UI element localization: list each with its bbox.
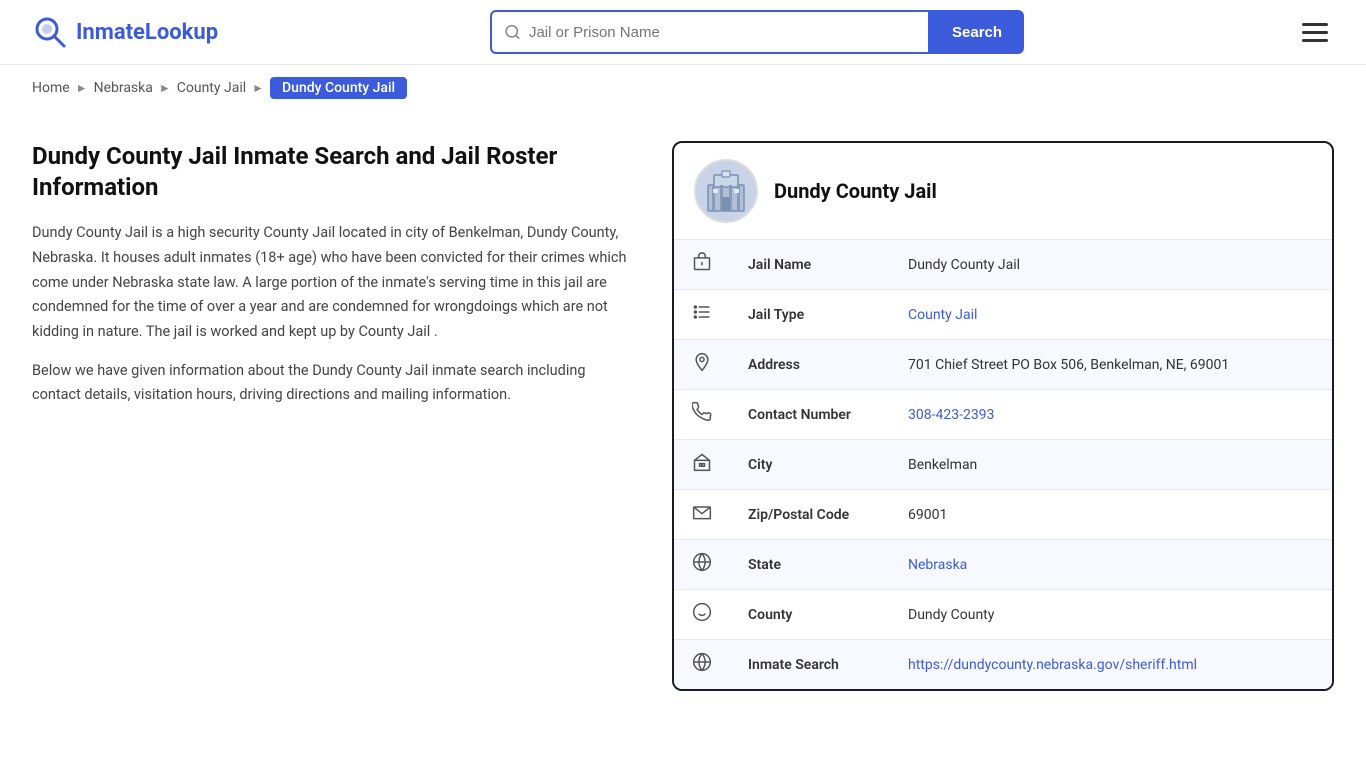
menu-button[interactable] [1296,17,1334,48]
description-2: Below we have given information about th… [32,359,632,408]
breadcrumb-home[interactable]: Home [32,80,70,96]
info-table: Jail Name Dundy County Jail Jail Type [674,240,1332,689]
inmate-search-icon-cell [674,640,730,690]
county-value: Dundy County [890,590,1332,640]
table-row: Inmate Search https://dundycounty.nebras… [674,640,1332,690]
phone-link[interactable]: 308-423-2393 [908,407,994,423]
zip-value: 69001 [890,490,1332,540]
jail-avatar [694,159,758,223]
table-row: State Nebraska [674,540,1332,590]
hamburger-line3 [1302,39,1328,42]
search-input[interactable] [529,24,916,41]
breadcrumb-current: Dundy County Jail [270,77,407,99]
logo-icon [32,14,68,50]
search-icon [504,23,521,41]
search-box [490,10,930,54]
table-row: Jail Type County Jail [674,290,1332,340]
info-card: Dundy County Jail Jail Name Dund [672,141,1334,691]
city-label: City [730,440,890,490]
inmate-search-link[interactable]: https://dundycounty.nebraska.gov/sheriff… [908,657,1197,673]
table-row: Address 701 Chief Street PO Box 506, Ben… [674,340,1332,390]
search-globe-icon [692,652,712,672]
jail-type-value: County Jail [890,290,1332,340]
mail-icon [692,502,712,522]
contact-label: Contact Number [730,390,890,440]
county-label: County [730,590,890,640]
header: InmateLookup Search [0,0,1366,65]
card-header: Dundy County Jail [674,143,1332,240]
phone-icon [692,402,712,422]
table-row: County Dundy County [674,590,1332,640]
county-icon-cell [674,590,730,640]
phone-icon-cell [674,390,730,440]
description-1: Dundy County Jail is a high security Cou… [32,221,632,344]
logo-text: InmateLookup [76,20,218,45]
table-row: Contact Number 308-423-2393 [674,390,1332,440]
right-column: Dundy County Jail Jail Name Dund [672,141,1334,691]
jail-type-icon-cell [674,290,730,340]
address-label: Address [730,340,890,390]
globe-icon [692,552,712,572]
location-icon [692,352,712,372]
chevron-icon-1: ► [76,81,88,95]
address-value: 701 Chief Street PO Box 506, Benkelman, … [890,340,1332,390]
jail-icon [692,252,712,272]
contact-value: 308-423-2393 [890,390,1332,440]
card-title: Dundy County Jail [774,179,937,203]
main-content: Dundy County Jail Inmate Search and Jail… [0,111,1366,721]
table-row: City Benkelman [674,440,1332,490]
jail-name-value: Dundy County Jail [890,240,1332,290]
city-icon-cell [674,440,730,490]
jail-name-label: Jail Name [730,240,890,290]
hamburger-line2 [1302,31,1328,34]
chevron-icon-3: ► [252,81,264,95]
city-value: Benkelman [890,440,1332,490]
breadcrumb: Home ► Nebraska ► County Jail ► Dundy Co… [0,65,1366,111]
inmate-search-label: Inmate Search [730,640,890,690]
table-row: Jail Name Dundy County Jail [674,240,1332,290]
inmate-search-value: https://dundycounty.nebraska.gov/sheriff… [890,640,1332,690]
left-column: Dundy County Jail Inmate Search and Jail… [32,141,672,422]
state-label: State [730,540,890,590]
jail-type-link[interactable]: County Jail [908,307,977,323]
table-row: Zip/Postal Code 69001 [674,490,1332,540]
building-icon [702,167,750,215]
address-icon-cell [674,340,730,390]
jail-name-icon-cell [674,240,730,290]
state-link[interactable]: Nebraska [908,557,967,573]
jail-type-label: Jail Type [730,290,890,340]
breadcrumb-nebraska[interactable]: Nebraska [94,80,153,96]
search-button[interactable]: Search [930,10,1024,54]
hamburger-line1 [1302,23,1328,26]
zip-label: Zip/Postal Code [730,490,890,540]
list-icon [692,302,712,322]
page-title: Dundy County Jail Inmate Search and Jail… [32,141,632,203]
chevron-icon-2: ► [159,81,171,95]
breadcrumb-county-jail[interactable]: County Jail [177,80,246,96]
logo[interactable]: InmateLookup [32,14,218,50]
county-icon [692,602,712,622]
state-value: Nebraska [890,540,1332,590]
state-icon-cell [674,540,730,590]
city-icon [692,452,712,472]
search-area: Search [490,10,1024,54]
zip-icon-cell [674,490,730,540]
